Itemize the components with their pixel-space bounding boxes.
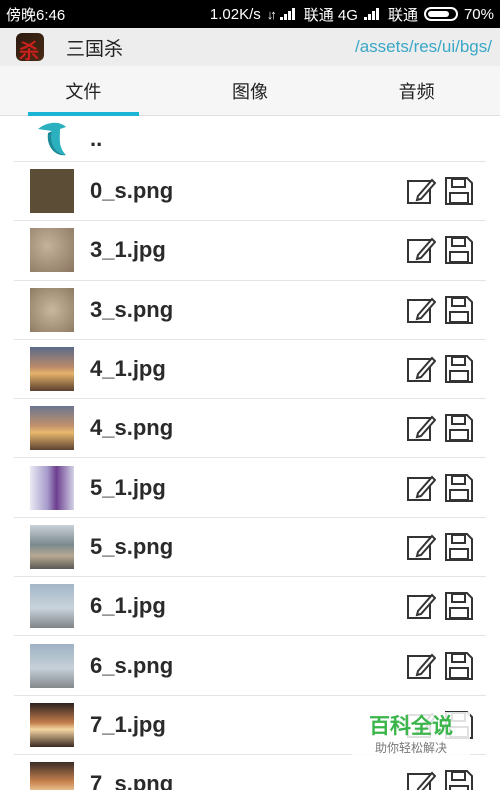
file-thumbnail [30,702,74,747]
edit-icon[interactable] [406,176,436,206]
file-row[interactable]: 3_s.png [14,281,486,340]
status-right: 1.02K/s ↓↑ 联通 4G 联通 70% [210,4,494,25]
file-actions [406,473,474,503]
file-actions [406,354,474,384]
file-row[interactable]: 6_s.png [14,636,486,696]
edit-icon[interactable] [406,473,436,503]
app-logo-icon[interactable]: 杀 [16,33,44,61]
file-name: 6_s.png [90,652,174,678]
file-thumbnail [30,406,74,451]
file-row[interactable]: 3_1.jpg [14,221,486,281]
file-name: 7_s.png [90,771,174,790]
app-logo-char: 杀 [19,39,39,61]
file-thumbnail [30,643,74,688]
file-row[interactable]: 4_1.jpg [14,340,486,400]
file-actions [406,532,474,562]
network-speed: 1.02K/s [209,5,261,23]
file-list: .. 0_s.png 3_1.jpg 3_s.png 4_1.jpg 4_s.png 5_… [14,117,486,790]
file-name: 5_s.png [90,533,174,559]
file-actions [406,235,474,265]
tab-bar: 文件 图像 音频 [0,66,500,116]
file-name: 5_1.jpg [90,474,166,500]
file-thumbnail [30,584,74,629]
edit-icon[interactable] [406,413,436,443]
file-actions [406,769,474,790]
watermark: 百科全说 助你轻松解决 [352,712,470,764]
edit-icon[interactable] [406,591,436,621]
edit-icon[interactable] [406,651,436,681]
status-bar: 傍晚6:46 1.02K/s ↓↑ 联通 4G 联通 70% [0,0,500,28]
teal-up-folder-icon [38,122,66,156]
save-icon[interactable] [444,413,474,443]
signal-icon [363,8,382,20]
edit-icon[interactable] [406,769,436,790]
save-icon[interactable] [444,176,474,206]
status-time: 傍晚6:46 [6,6,66,24]
edit-icon[interactable] [406,235,436,265]
file-thumbnail [30,347,74,392]
file-row[interactable]: 5_1.jpg [14,458,486,518]
file-row[interactable]: 4_s.png [14,399,486,459]
file-actions [406,295,474,325]
save-icon[interactable] [444,769,474,790]
save-icon[interactable] [444,473,474,503]
file-name: 3_s.png [90,296,174,322]
tab-images[interactable]: 图像 [167,66,334,115]
save-icon[interactable] [444,591,474,621]
file-row[interactable]: 5_s.png [14,518,486,578]
file-actions [406,413,474,443]
file-name: 3_1.jpg [90,237,166,263]
app-bar: 杀 三国杀 /assets/res/ui/bgs/ [0,28,500,66]
app-title: 三国杀 [66,37,124,60]
battery-icon [423,7,458,21]
watermark-title: 百科全说 [369,714,453,738]
save-icon[interactable] [444,532,474,562]
file-row[interactable]: 0_s.png [14,162,486,222]
file-thumbnail [30,465,74,510]
file-actions [406,651,474,681]
file-name: 0_s.png [90,178,174,204]
file-name: 4_s.png [90,415,174,441]
file-thumbnail [30,287,74,332]
tab-audio[interactable]: 音频 [333,66,500,115]
save-icon[interactable] [444,651,474,681]
parent-directory-label: .. [90,126,103,151]
parent-directory-row[interactable]: .. [14,117,486,162]
tab-files[interactable]: 文件 [0,66,167,116]
current-path[interactable]: /assets/res/ui/bgs/ [355,37,492,57]
watermark-subtitle: 助你轻松解决 [374,741,447,755]
file-thumbnail [30,169,74,214]
file-actions [406,176,474,206]
file-name: 6_1.jpg [90,593,166,619]
edit-icon[interactable] [406,295,436,325]
carrier-1: 联通 4G [303,6,358,24]
file-name: 4_1.jpg [90,356,166,382]
battery-percent: 70% [463,5,494,23]
file-thumbnail [30,524,74,569]
edit-icon[interactable] [406,354,436,384]
edit-icon[interactable] [406,532,436,562]
save-icon[interactable] [444,295,474,325]
file-thumbnail [30,762,74,790]
file-row[interactable]: 6_1.jpg [14,577,486,637]
file-actions [406,591,474,621]
carrier-2: 联通 [387,6,418,24]
save-icon[interactable] [444,235,474,265]
save-icon[interactable] [444,354,474,384]
data-arrows-icon: ↓↑ [266,6,277,22]
signal-icon [279,8,298,20]
file-thumbnail [30,228,74,273]
